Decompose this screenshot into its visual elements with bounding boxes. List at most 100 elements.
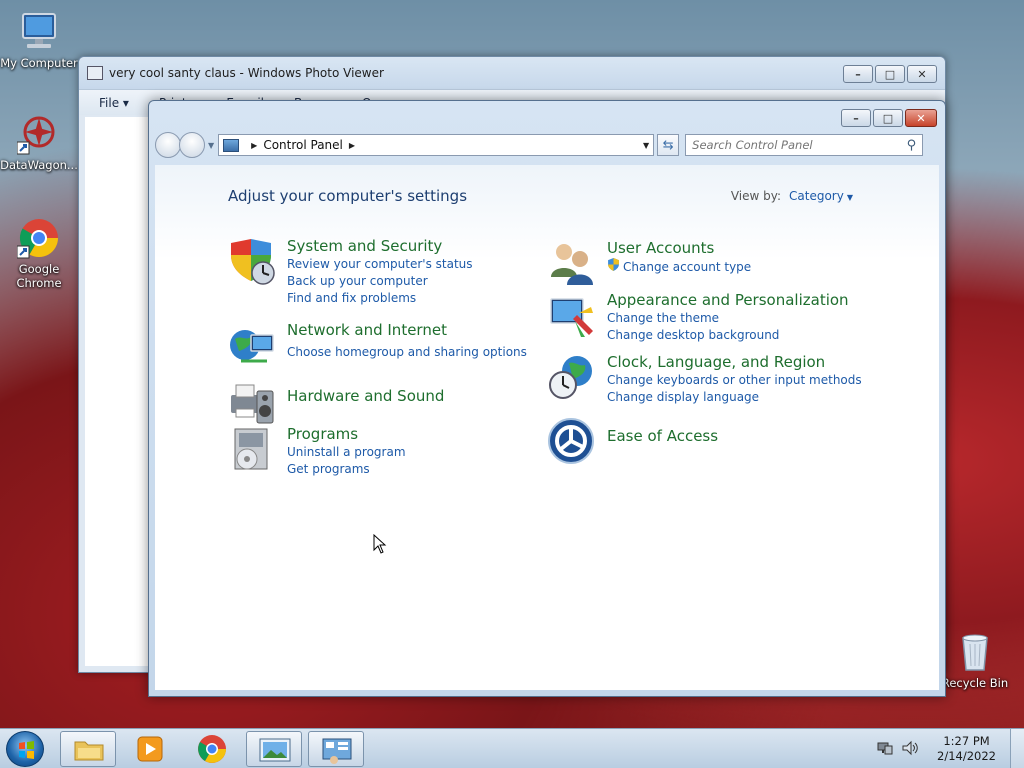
maximize-button[interactable]: □	[873, 109, 903, 127]
appearance-icon[interactable]	[547, 291, 597, 341]
mouse-cursor-icon	[373, 533, 387, 557]
printer-speaker-icon[interactable]	[227, 379, 277, 429]
start-button[interactable]	[6, 731, 44, 767]
recent-pages-dropdown-icon[interactable]: ▼	[208, 141, 214, 150]
view-by-label: View by:	[730, 189, 782, 203]
taskbar-media-player[interactable]	[122, 731, 178, 767]
close-icon: ✕	[917, 67, 927, 81]
back-button[interactable]	[155, 132, 181, 158]
desktop-icon-label: Recycle Bin	[941, 676, 1009, 690]
desktop-icon-datawagon[interactable]: DataWagon...	[0, 112, 78, 172]
users-icon[interactable]	[547, 239, 597, 289]
system-tray: 1:27 PM 2/14/2022	[877, 729, 1024, 768]
minimize-button[interactable]: –	[841, 109, 871, 127]
maximize-icon: □	[882, 111, 894, 125]
clock-globe-icon[interactable]	[547, 353, 597, 403]
minimize-icon: –	[853, 111, 859, 125]
show-desktop-button[interactable]	[1010, 729, 1024, 768]
control-panel-window[interactable]: – □ ✕ ▼ ▶ Control Panel ▶ ▼ ⇆ ⚲ Adjust y…	[148, 100, 946, 697]
category-ease-of-access: Ease of Access	[547, 417, 718, 467]
refresh-button[interactable]: ⇆	[657, 134, 680, 156]
category-title[interactable]: Hardware and Sound	[287, 387, 444, 406]
forward-button[interactable]	[179, 132, 205, 158]
category-title[interactable]: Ease of Access	[607, 427, 718, 446]
control-panel-icon	[322, 738, 352, 764]
photo-viewer-titlebar[interactable]: very cool santy claus - Windows Photo Vi…	[79, 57, 945, 89]
category-title[interactable]: User Accounts	[607, 239, 751, 258]
link-change-background[interactable]: Change desktop background	[607, 327, 849, 344]
desktop-icon-label: My Computer	[0, 56, 78, 70]
desktop-icon-label: DataWagon...	[0, 158, 78, 172]
close-button[interactable]: ✕	[907, 65, 937, 83]
view-by-dropdown[interactable]: Category	[789, 189, 844, 203]
page-title: Adjust your computer's settings	[228, 187, 468, 205]
computer-icon	[17, 10, 61, 54]
category-network-internet: Network and Internet Choose homegroup an…	[227, 321, 527, 371]
category-system-security: System and Security Review your computer…	[227, 237, 473, 307]
shield-icon[interactable]	[227, 237, 277, 287]
link-homegroup[interactable]: Choose homegroup and sharing options	[287, 344, 527, 361]
breadcrumb-control-panel[interactable]: Control Panel	[263, 138, 343, 152]
control-panel-content: Adjust your computer's settings View by:…	[155, 165, 939, 690]
desktop-icon-google-chrome[interactable]: Google Chrome	[0, 216, 78, 290]
windows-logo-icon	[19, 741, 34, 759]
link-review-status[interactable]: Review your computer's status	[287, 256, 473, 273]
volume-icon[interactable]	[901, 740, 919, 759]
breadcrumb-arrow-icon[interactable]: ▶	[251, 141, 257, 150]
search-input[interactable]	[692, 138, 893, 152]
clock[interactable]: 1:27 PM 2/14/2022	[923, 734, 1010, 764]
link-find-fix[interactable]: Find and fix problems	[287, 290, 473, 307]
link-change-language[interactable]: Change display language	[607, 389, 862, 406]
refresh-icon: ⇆	[662, 137, 674, 153]
desktop-icon-my-computer[interactable]: My Computer	[0, 10, 78, 70]
media-player-icon	[137, 736, 163, 762]
category-title[interactable]: System and Security	[287, 237, 473, 256]
desktop-icon-label: Google Chrome	[16, 262, 62, 290]
breadcrumb-arrow-icon[interactable]: ▶	[349, 141, 355, 150]
chrome-icon	[16, 216, 61, 260]
category-title[interactable]: Appearance and Personalization	[607, 291, 849, 310]
link-change-theme[interactable]: Change the theme	[607, 310, 849, 327]
address-bar[interactable]: ▶ Control Panel ▶ ▼	[218, 134, 655, 156]
close-icon: ✕	[916, 111, 926, 125]
category-programs: Programs Uninstall a program Get program…	[227, 425, 406, 478]
close-button[interactable]: ✕	[905, 109, 937, 127]
folder-icon	[74, 741, 104, 761]
address-dropdown-icon[interactable]: ▼	[643, 141, 649, 150]
chrome-icon	[198, 735, 226, 763]
search-box[interactable]: ⚲	[685, 134, 924, 156]
clock-date: 2/14/2022	[937, 749, 996, 763]
recycle-bin-icon	[953, 630, 997, 674]
link-change-account-type[interactable]: Change account type	[607, 258, 751, 276]
taskbar-explorer[interactable]	[60, 731, 116, 767]
link-change-keyboards[interactable]: Change keyboards or other input methods	[607, 372, 862, 389]
photo-viewer-title: very cool santy claus - Windows Photo Vi…	[109, 66, 384, 80]
maximize-button[interactable]: □	[875, 65, 905, 83]
menu-file[interactable]: File ▾	[99, 96, 129, 110]
link-uninstall[interactable]: Uninstall a program	[287, 444, 406, 461]
category-appearance: Appearance and Personalization Change th…	[547, 291, 849, 344]
desktop-icon-recycle-bin[interactable]: Recycle Bin	[936, 630, 1014, 690]
taskbar-photo-viewer[interactable]	[246, 731, 302, 767]
network-icon[interactable]	[877, 740, 893, 759]
chevron-down-icon[interactable]: ▼	[847, 193, 853, 202]
category-title[interactable]: Clock, Language, and Region	[607, 353, 862, 372]
search-icon[interactable]: ⚲	[907, 138, 917, 153]
category-title[interactable]: Programs	[287, 425, 406, 444]
programs-icon[interactable]	[227, 425, 277, 475]
category-title[interactable]: Network and Internet	[287, 321, 527, 340]
datawagon-logo-icon	[16, 112, 61, 156]
taskbar-control-panel[interactable]	[308, 731, 364, 767]
link-get-programs[interactable]: Get programs	[287, 461, 406, 478]
taskbar-chrome[interactable]	[184, 731, 240, 767]
photo-viewer-icon	[87, 66, 103, 80]
category-user-accounts: User Accounts Change account type	[547, 239, 751, 289]
link-back-up[interactable]: Back up your computer	[287, 273, 473, 290]
uac-shield-icon	[607, 258, 620, 276]
maximize-icon: □	[884, 67, 896, 81]
globe-network-icon[interactable]	[227, 321, 277, 371]
minimize-icon: –	[855, 67, 861, 81]
taskbar: 1:27 PM 2/14/2022	[0, 728, 1024, 768]
minimize-button[interactable]: –	[843, 65, 873, 83]
ease-of-access-icon[interactable]	[547, 417, 597, 467]
